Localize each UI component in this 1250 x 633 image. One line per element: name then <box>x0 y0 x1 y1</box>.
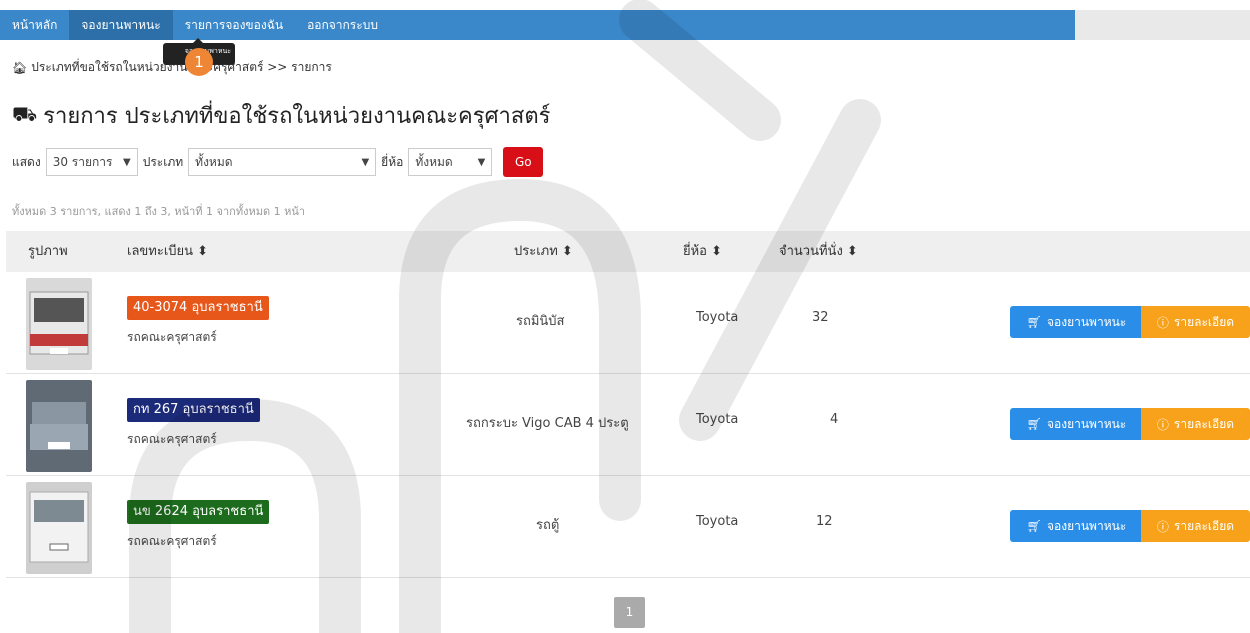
info-icon: ⓘ <box>1156 315 1169 330</box>
info-icon: ⓘ <box>1156 519 1169 534</box>
detail-label: รายละเอียด <box>1173 416 1235 431</box>
page-button[interactable]: 1 <box>614 597 645 628</box>
chevron-down-icon: ▼ <box>361 156 370 168</box>
navbar-spacer <box>1075 10 1250 40</box>
results-summary: ทั้งหมด 3 รายการ, แสดง 1 ถึง 3, หน้าที่ … <box>12 205 306 218</box>
brand-label: ยี่ห้อ <box>381 154 404 169</box>
col-type[interactable]: ประเภท ⬍ <box>514 231 573 272</box>
step-badge: 1 <box>185 48 213 76</box>
brand-cell: Toyota <box>696 412 739 427</box>
basket-icon: 🛒︎ <box>1026 315 1042 329</box>
book-label: จองยานพาหนะ <box>1046 518 1127 533</box>
vehicle-photo <box>26 482 92 574</box>
book-vehicle-button[interactable]: 🛒︎ จองยานพาหนะ <box>1010 510 1143 542</box>
nav-item-my-bookings[interactable]: รายการจองของฉัน <box>173 10 295 40</box>
go-button[interactable]: Go <box>503 147 544 177</box>
brand-select-value: ทั้งหมด <box>415 154 453 169</box>
nav-item-home[interactable]: หน้าหลัก <box>0 10 69 40</box>
detail-label: รายละเอียด <box>1173 518 1235 533</box>
type-cell: รถตู้ <box>536 518 560 533</box>
book-vehicle-button[interactable]: 🛒︎ จองยานพาหนะ <box>1010 408 1143 440</box>
brand-cell: Toyota <box>696 310 739 325</box>
brand-select[interactable]: ทั้งหมด ▼ <box>408 148 493 176</box>
col-seats[interactable]: จำนวนที่นั่ง ⬍ <box>779 231 858 272</box>
vehicle-photo <box>26 380 92 472</box>
page-title-text: รายการ ประเภทที่ขอใช้รถในหน่วยงานคณะครุศ… <box>43 104 551 129</box>
type-cell: รถกระบะ Vigo CAB 4 ประตู <box>466 416 629 431</box>
plate-badge: 40-3074 อุบลราชธานี <box>127 296 269 320</box>
type-select-value: ทั้งหมด <box>195 154 233 169</box>
chevron-down-icon: ▼ <box>123 156 131 168</box>
seats-cell: 12 <box>816 514 833 529</box>
per-page-select[interactable]: 30 รายการ ▼ <box>45 148 138 176</box>
page-title: ⛟ รายการ ประเภทที่ขอใช้รถในหน่วยงานคณะคร… <box>12 98 550 133</box>
book-label: จองยานพาหนะ <box>1046 314 1127 329</box>
department-label: รถคณะครุศาสตร์ <box>127 534 217 548</box>
type-cell: รถมินิบัส <box>516 314 565 329</box>
per-page-value: 30 รายการ <box>52 154 113 169</box>
detail-label: รายละเอียด <box>1173 314 1235 329</box>
detail-button[interactable]: ⓘ รายละเอียด <box>1141 510 1250 542</box>
seats-cell: 32 <box>812 310 829 325</box>
table-row: 40-3074 อุบลราชธานี รถคณะครุศาสตร์ รถมิน… <box>6 272 1250 374</box>
nav-item-logout[interactable]: ออกจากระบบ <box>295 10 390 40</box>
filter-bar: แสดง 30 รายการ ▼ ประเภท ทั้งหมด ▼ ยี่ห้อ… <box>12 147 544 177</box>
info-icon: ⓘ <box>1156 417 1169 432</box>
col-plate[interactable]: เลขทะเบียน ⬍ <box>127 231 208 272</box>
book-label: จองยานพาหนะ <box>1046 416 1127 431</box>
table-header: รูปภาพ เลขทะเบียน ⬍ ประเภท ⬍ ยี่ห้อ ⬍ จำ… <box>6 231 1250 272</box>
breadcrumb: 🏠︎ ประเภทที่ขอใช้รถในหน่วยงานคณะครุศาสตร… <box>12 58 332 77</box>
top-navbar: หน้าหลัก จองยานพาหนะ รายการจองของฉัน ออก… <box>0 10 1250 40</box>
truck-icon: ⛟ <box>12 102 38 126</box>
detail-button[interactable]: ⓘ รายละเอียด <box>1141 306 1250 338</box>
department-label: รถคณะครุศาสตร์ <box>127 330 217 344</box>
book-vehicle-button[interactable]: 🛒︎ จองยานพาหนะ <box>1010 306 1143 338</box>
detail-button[interactable]: ⓘ รายละเอียด <box>1141 408 1250 440</box>
table-row: กท 267 อุบลราชธานี รถคณะครุศาสตร์ รถกระบ… <box>6 374 1250 476</box>
plate-badge: กท 267 อุบลราชธานี <box>127 398 260 422</box>
navbar-menu: หน้าหลัก จองยานพาหนะ รายการจองของฉัน ออก… <box>0 10 1075 40</box>
nav-item-book-vehicle[interactable]: จองยานพาหนะ <box>69 10 173 40</box>
plate-badge: นข 2624 อุบลราชธานี <box>127 500 270 524</box>
home-icon[interactable]: 🏠︎ <box>12 61 27 75</box>
col-brand[interactable]: ยี่ห้อ ⬍ <box>683 231 722 272</box>
seats-cell: 4 <box>830 412 839 427</box>
col-image: รูปภาพ <box>28 244 68 259</box>
chevron-down-icon: ▼ <box>477 156 486 168</box>
type-select[interactable]: ทั้งหมด ▼ <box>188 148 377 176</box>
brand-cell: Toyota <box>696 514 739 529</box>
basket-icon: 🛒︎ <box>1026 417 1042 431</box>
show-label: แสดง <box>12 154 41 169</box>
vehicle-photo <box>26 278 92 370</box>
basket-icon: 🛒︎ <box>1026 519 1042 533</box>
breadcrumb-text[interactable]: ประเภทที่ขอใช้รถในหน่วยงานคณะครุศาสตร์ >… <box>31 58 332 77</box>
table-row: นข 2624 อุบลราชธานี รถคณะครุศาสตร์ รถตู้… <box>6 476 1250 578</box>
type-label: ประเภท <box>142 154 184 169</box>
department-label: รถคณะครุศาสตร์ <box>127 432 217 446</box>
